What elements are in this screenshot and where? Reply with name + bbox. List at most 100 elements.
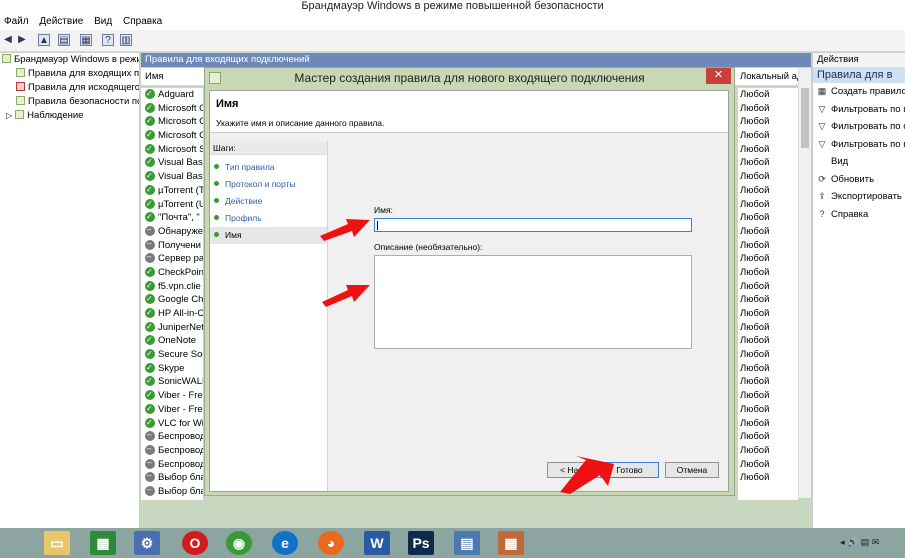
- word-icon[interactable]: W: [364, 531, 390, 555]
- store-icon[interactable]: ▦: [90, 531, 116, 555]
- rule-row[interactable]: Viber - Free: [141, 403, 203, 417]
- rule-row[interactable]: Microsoft C: [141, 115, 203, 129]
- network-icon[interactable]: ▤: [454, 531, 480, 555]
- rule-row[interactable]: Сервер ра: [141, 252, 203, 266]
- monitoring-icon: [15, 110, 25, 119]
- system-tray[interactable]: ◂ 🔊 ▤ ✉: [840, 537, 879, 548]
- rule-row[interactable]: SonicWALL: [141, 375, 203, 389]
- action-item[interactable]: Вид: [813, 153, 905, 171]
- new-rule-icon: ▦: [817, 86, 827, 96]
- actions-subtitle[interactable]: Правила для в: [813, 67, 905, 83]
- rule-profile-cell: Любой: [740, 403, 770, 415]
- steps-title: Шаги:: [210, 141, 327, 155]
- column-name[interactable]: Имя: [145, 71, 164, 82]
- rule-row[interactable]: Беспровод: [141, 458, 203, 472]
- action-label: Фильтровать по г: [831, 138, 905, 150]
- rule-row[interactable]: Visual Basic: [141, 156, 203, 170]
- rule-row[interactable]: Беспровод: [141, 430, 203, 444]
- action-item[interactable]: ▽ Фильтровать по п: [813, 101, 905, 119]
- menu-file[interactable]: Файл: [0, 14, 33, 30]
- rule-row[interactable]: Обнаруже: [141, 225, 203, 239]
- rule-row[interactable]: Беспровод: [141, 444, 203, 458]
- rule-row[interactable]: Visual Basic: [141, 170, 203, 184]
- firewall-taskbar-icon[interactable]: ▦: [498, 531, 524, 555]
- photoshop-icon[interactable]: Ps: [408, 531, 434, 555]
- name-input[interactable]: [374, 218, 692, 232]
- export-list-icon[interactable]: ▦: [80, 34, 92, 46]
- rule-row[interactable]: CheckPoin: [141, 266, 203, 280]
- step-action[interactable]: Действие: [210, 193, 327, 210]
- rule-profile-cell: Любой: [740, 321, 770, 333]
- step-rule-type[interactable]: Тип правила: [210, 159, 327, 176]
- rule-name: Сервер ра: [158, 253, 203, 265]
- rule-profile-cell: Любой: [740, 417, 770, 429]
- rule-row[interactable]: Viber - Free: [141, 389, 203, 403]
- rule-row[interactable]: Google Cha: [141, 293, 203, 307]
- ie-icon[interactable]: e: [272, 531, 298, 555]
- action-item[interactable]: ? Справка: [813, 206, 905, 224]
- cancel-button[interactable]: Отмена: [665, 462, 719, 478]
- tree-item-monitoring[interactable]: ▷ Наблюдение: [0, 109, 139, 123]
- rule-profile-cell: Любой: [740, 225, 770, 237]
- rule-row[interactable]: µTorrent (T: [141, 184, 203, 198]
- chrome-icon[interactable]: ◉: [226, 531, 252, 555]
- rule-row[interactable]: "Почта", ": [141, 211, 203, 225]
- menu-help[interactable]: Справка: [119, 14, 166, 30]
- forward-icon[interactable]: ▶: [16, 34, 28, 46]
- rule-profile-cell: Любой: [740, 171, 770, 183]
- settings-icon[interactable]: ⚙: [134, 531, 160, 555]
- action-item[interactable]: ▽ Фильтровать по г: [813, 136, 905, 154]
- rule-profile-cell: Любой: [740, 253, 770, 265]
- rule-row[interactable]: Adguard: [141, 88, 203, 102]
- action-item[interactable]: ▦ Создать правило: [813, 83, 905, 101]
- enabled-check-icon: [145, 129, 155, 142]
- show-action-pane-icon[interactable]: ▥: [120, 34, 132, 46]
- rule-name: HP All-in-C: [158, 308, 203, 319]
- rule-row[interactable]: HP All-in-C: [141, 307, 203, 321]
- enabled-check-icon: [145, 198, 155, 210]
- show-hide-tree-icon[interactable]: ▤: [58, 34, 70, 46]
- column-profile[interactable]: Локальный ад: [740, 71, 803, 82]
- menu-action[interactable]: Действие: [35, 14, 87, 30]
- tree-item-outbound[interactable]: Правила для исходящего п: [0, 81, 139, 95]
- opera-icon[interactable]: O: [182, 531, 208, 555]
- list-scrollbar[interactable]: [798, 68, 811, 498]
- rule-row[interactable]: Secure Soc: [141, 348, 203, 362]
- description-input[interactable]: [374, 255, 692, 349]
- rule-row[interactable]: JuniperNet: [141, 321, 203, 335]
- rule-row[interactable]: Skype: [141, 362, 203, 376]
- rule-row[interactable]: Microsoft C: [141, 102, 203, 116]
- tree-item-security[interactable]: Правила безопасности под: [0, 95, 139, 109]
- expand-icon[interactable]: ▷: [6, 111, 12, 120]
- folder-up-icon[interactable]: ▲: [38, 34, 50, 46]
- action-item[interactable]: ⇪ Экспортировать с: [813, 188, 905, 206]
- rule-row[interactable]: Microsoft C: [141, 129, 203, 143]
- rule-row[interactable]: OneNote: [141, 334, 203, 348]
- step-protocol[interactable]: Протокол и порты: [210, 176, 327, 193]
- tree-item-inbound[interactable]: Правила для входящих подк: [0, 67, 139, 81]
- rule-name: Microsoft C: [158, 116, 203, 128]
- back-icon[interactable]: ◀: [2, 34, 14, 46]
- firefox-icon[interactable]: ◕: [318, 531, 344, 555]
- action-item[interactable]: ⟳ Обновить: [813, 171, 905, 189]
- help-icon[interactable]: ?: [102, 34, 114, 46]
- rule-name: Microsoft C: [158, 130, 203, 142]
- close-button[interactable]: ✕: [706, 68, 731, 84]
- rule-row[interactable]: f5.vpn.clie: [141, 280, 203, 294]
- rule-row[interactable]: Получени: [141, 239, 203, 253]
- rule-row[interactable]: Microsoft S: [141, 143, 203, 157]
- step-profile[interactable]: Профиль: [210, 210, 327, 227]
- rule-row[interactable]: Выбор бла: [141, 471, 203, 485]
- menu-view[interactable]: Вид: [90, 14, 116, 30]
- scrollbar-thumb[interactable]: [801, 88, 809, 148]
- rule-row[interactable]: VLC for Wi: [141, 417, 203, 431]
- rule-name: Выбор бла: [158, 472, 203, 484]
- arrow-annotation-icon: [320, 219, 370, 241]
- tree-root[interactable]: Брандмауэр Windows в режим: [0, 53, 139, 67]
- action-item[interactable]: ▽ Фильтровать по с: [813, 118, 905, 136]
- rule-name: Беспровод: [158, 431, 203, 443]
- step-name[interactable]: Имя: [210, 227, 327, 244]
- rule-row[interactable]: µTorrent (U: [141, 198, 203, 212]
- explorer-icon[interactable]: ▭: [44, 531, 70, 555]
- rule-row[interactable]: Выбор бла: [141, 485, 203, 499]
